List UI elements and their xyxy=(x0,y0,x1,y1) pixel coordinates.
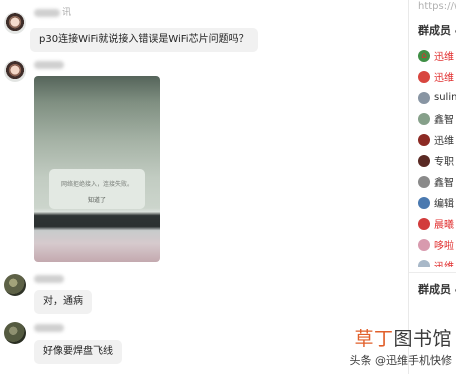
member-avatar xyxy=(418,238,430,251)
member-avatar xyxy=(418,217,430,230)
dialog-ok-button: 知道了 xyxy=(87,197,106,204)
member-item[interactable]: sulin xyxy=(418,87,456,108)
panel-divider xyxy=(408,0,409,374)
sender-name-fragment: 讯 xyxy=(62,8,72,18)
url-bar[interactable]: https://w xyxy=(418,1,456,12)
member-item[interactable]: ⌂ 迅维 xyxy=(418,45,456,66)
watermark-brand-orange: 草丁 xyxy=(354,328,394,350)
phone-screenshot-photo[interactable]: 网络拒绝接入，连接失败。 知道了 xyxy=(34,76,160,262)
member-name: sulin xyxy=(434,92,456,103)
group-members-title-2[interactable]: 群成员 4 xyxy=(418,281,456,297)
member-name: 晨曦 xyxy=(434,220,454,231)
sender-name-blurred xyxy=(34,9,60,17)
member-name: 迅维 xyxy=(434,73,454,84)
member-item[interactable]: 迅维 xyxy=(418,129,456,150)
member-item[interactable]: 专职 xyxy=(418,150,456,171)
group-members-title[interactable]: 群成员 4 xyxy=(418,22,456,38)
house-icon: ⌂ xyxy=(418,49,430,62)
member-avatar xyxy=(418,175,430,188)
watermark-brand-dark: 图书馆 xyxy=(393,328,452,350)
member-name: 迅维 xyxy=(434,258,454,267)
watermark-credit: 头条 @迅维手机快修 xyxy=(349,354,453,367)
member-item[interactable]: 编辑 xyxy=(418,192,456,213)
member-item[interactable]: 晨曦 xyxy=(418,213,456,234)
member-avatar xyxy=(418,259,430,267)
member-avatar xyxy=(418,154,430,167)
member-name: 编辑 xyxy=(434,199,454,210)
member-avatar xyxy=(418,112,430,125)
member-name: 迅维 xyxy=(434,136,454,147)
sender-name-blurred xyxy=(34,275,64,283)
sender-avatar[interactable] xyxy=(4,322,26,344)
sender-avatar[interactable] xyxy=(4,12,26,34)
member-avatar xyxy=(418,70,430,83)
member-name: 专职 xyxy=(434,157,454,168)
sender-name-blurred xyxy=(34,324,64,332)
member-item[interactable]: 迅维 xyxy=(418,255,456,267)
member-name: 迅维 xyxy=(434,52,454,63)
watermark-brand: 草丁图书馆 xyxy=(354,324,452,351)
member-item[interactable]: 哆啦 xyxy=(418,234,456,255)
message-bubble: 好像要焊盘飞线 xyxy=(34,340,122,364)
member-item[interactable]: 鑫智 xyxy=(418,108,456,129)
chat-area: 讯 p30连接WiFi就说接入错误是WiFi芯片问题吗？ 网络拒绝接入，连接失败… xyxy=(0,0,408,374)
sender-avatar[interactable] xyxy=(4,60,26,82)
member-item[interactable]: 鑫智 xyxy=(418,171,456,192)
member-name: 鑫智 xyxy=(434,178,454,189)
sender-name-blurred xyxy=(34,61,64,69)
error-dialog: 网络拒绝接入，连接失败。 知道了 xyxy=(49,169,145,209)
member-item[interactable]: 迅维 xyxy=(418,66,456,87)
member-name: 哆啦 xyxy=(434,241,454,252)
message-bubble: 对，通病 xyxy=(34,290,92,314)
member-name: 鑫智 xyxy=(434,115,454,126)
member-avatar xyxy=(418,91,430,104)
message-bubble: p30连接WiFi就说接入错误是WiFi芯片问题吗？ xyxy=(30,28,258,52)
dialog-message: 网络拒绝接入，连接失败。 xyxy=(60,181,133,188)
member-avatar xyxy=(418,196,430,209)
member-list: ⌂迅维迅维sulin鑫智迅维专职鑫智编辑晨曦哆啦迅维 xyxy=(418,45,456,267)
member-avatar xyxy=(418,133,430,146)
panel-separator xyxy=(409,272,456,273)
sender-avatar[interactable] xyxy=(4,274,26,296)
